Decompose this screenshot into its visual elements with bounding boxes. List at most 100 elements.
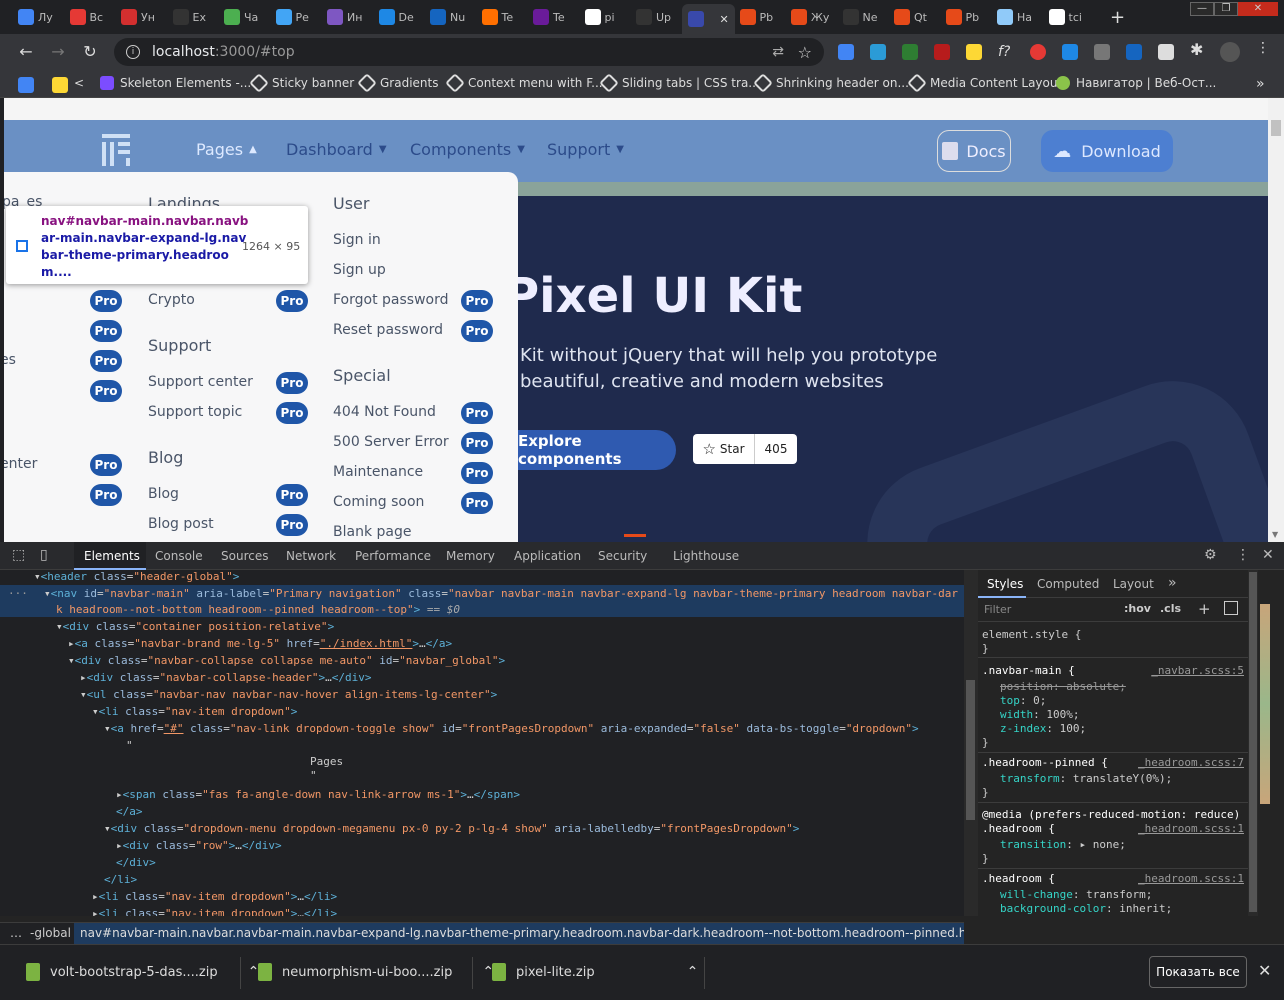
add-rule-icon[interactable]: + — [1198, 600, 1211, 618]
docs-button[interactable]: Docs — [937, 130, 1011, 172]
browser-tab[interactable]: pi — [584, 6, 615, 28]
gear-icon[interactable]: ⚙ — [1204, 547, 1217, 563]
bookmark-sticky-banner[interactable]: Sticky banner — [249, 73, 354, 93]
nav-components[interactable]: Components ▼ — [410, 140, 525, 159]
dom-node[interactable]: ▾<div class="container position-relative… — [56, 620, 334, 633]
tab-layout[interactable]: Layout — [1113, 577, 1154, 591]
dom-node[interactable]: ▾<header class="header-global"> — [34, 570, 239, 583]
close-devtools-icon[interactable]: ✕ — [1262, 547, 1274, 563]
browser-tab[interactable]: На — [997, 6, 1032, 28]
style-decl[interactable]: background-color: inherit; — [1000, 902, 1172, 915]
style-decl[interactable]: will-change: transform; — [1000, 888, 1152, 901]
kebab-menu-icon[interactable]: ⋮ — [1236, 547, 1250, 563]
bookmark-skeleton[interactable]: Skeleton Elements -... — [100, 76, 251, 90]
toggle-sidebar-icon[interactable] — [1224, 601, 1238, 615]
megamenu-item[interactable]: es — [4, 352, 16, 368]
text-node-pages[interactable]: Pages — [310, 755, 343, 768]
breadcrumb-item[interactable]: -global — [30, 926, 71, 940]
dom-node-close[interactable]: </a> — [116, 805, 143, 818]
ellipsis-icon[interactable]: ··· — [8, 587, 28, 600]
ext-icon-7[interactable] — [1030, 44, 1046, 60]
browser-tab[interactable]: Лу — [18, 6, 53, 28]
show-all-downloads-button[interactable]: Показать все — [1149, 956, 1247, 988]
bookmark-media-content[interactable]: Media Content Layout — [907, 73, 1062, 93]
style-decl[interactable]: transition: ▸ none; — [1000, 838, 1126, 851]
address-bar[interactable]: i localhost:3000/#top ⇄ ☆ — [114, 38, 824, 66]
device-toolbar-icon[interactable]: ▯ — [40, 547, 48, 563]
browser-tab[interactable]: Ex — [172, 6, 206, 28]
dom-node-close[interactable]: </li> — [104, 873, 137, 886]
style-decl[interactable]: width: 100%; — [1000, 708, 1079, 721]
reload-icon[interactable]: ↻ — [80, 42, 100, 62]
function-ext-icon[interactable]: f? — [998, 44, 1014, 60]
browser-tab[interactable]: Ун — [121, 6, 155, 28]
styles-filter-input[interactable]: Filter — [984, 603, 1011, 616]
close-tab-icon[interactable]: ✕ — [720, 13, 729, 26]
megamenu-item-coming-soon[interactable]: Coming soon — [333, 494, 424, 510]
folder-icon[interactable] — [52, 77, 68, 93]
style-decl[interactable]: top: 0; — [1000, 694, 1046, 707]
cls-toggle[interactable]: .cls — [1160, 602, 1181, 615]
dom-node[interactable]: ▾<ul class="navbar-nav navbar-nav-hover … — [80, 688, 497, 701]
megamenu-item[interactable]: enter — [4, 456, 37, 472]
browser-tab[interactable]: Te — [533, 6, 565, 28]
dom-node[interactable]: ▸<span class="fas fa-angle-down nav-link… — [116, 788, 520, 801]
ext-icon-10[interactable] — [1126, 44, 1142, 60]
browser-tab[interactable]: Qt — [894, 6, 927, 28]
source-link[interactable]: _headroom.scss:1 — [1138, 822, 1244, 835]
browser-tab[interactable]: Te — [481, 6, 513, 28]
translate-bookmark-icon[interactable] — [18, 77, 34, 93]
minimize-button[interactable]: — — [1190, 2, 1214, 16]
page-scrollbar[interactable]: ▼ — [1268, 98, 1284, 542]
text-node[interactable]: " — [310, 769, 317, 782]
download-item[interactable]: volt-bootstrap-5-das....zip ⌃ — [26, 963, 259, 981]
breadcrumb-item-selected[interactable]: nav#navbar-main.navbar.navbar-main.navba… — [74, 923, 964, 944]
translate-icon[interactable]: ⇄ — [772, 44, 784, 60]
inspect-element-icon[interactable]: ⬚ — [12, 547, 25, 563]
styles-scrollbar[interactable] — [1248, 570, 1258, 916]
ext-icon-11[interactable] — [1158, 44, 1174, 60]
tab-computed[interactable]: Computed — [1037, 577, 1099, 591]
browser-tab[interactable]: ✕ — [681, 4, 735, 34]
ext-icon-3[interactable] — [902, 44, 918, 60]
browser-tab[interactable]: Рb — [945, 6, 979, 28]
style-decl[interactable]: position: absolute; — [1000, 680, 1126, 693]
scrollbar-thumb[interactable] — [1271, 120, 1281, 136]
dom-node[interactable]: ▸<li class="nav-item dropdown">…</li> — [92, 907, 337, 916]
ext-icon-5[interactable] — [966, 44, 982, 60]
nav-dashboard[interactable]: Dashboard ▼ — [286, 140, 387, 159]
dom-node-selected[interactable]: ▾<nav id="navbar-main" aria-label="Prima… — [44, 587, 958, 600]
scroll-down-icon[interactable]: ▼ — [1272, 530, 1278, 539]
browser-tab[interactable]: Жу — [791, 6, 829, 28]
megamenu-item-sign-in[interactable]: Sign in — [333, 232, 381, 248]
pixel-logo-icon[interactable] — [100, 132, 132, 168]
ext-icon-9[interactable] — [1094, 44, 1110, 60]
source-link[interactable]: _navbar.scss:5 — [1151, 664, 1244, 677]
megamenu-item-sign-up[interactable]: Sign up — [333, 262, 386, 278]
nav-pages[interactable]: Pages ▲ — [196, 140, 257, 159]
megamenu-item-blog-post[interactable]: Blog post — [148, 516, 214, 532]
megamenu-item-support-topic[interactable]: Support topic — [148, 404, 242, 420]
bookmark-shrinking-header[interactable]: Shrinking header on... — [753, 73, 909, 93]
dom-node[interactable]: ▸<div class="row">…</div> — [116, 839, 282, 852]
megamenu-item-blank-page[interactable]: Blank page — [333, 524, 411, 540]
megamenu-item-reset-password[interactable]: Reset password — [333, 322, 443, 338]
browser-tab[interactable]: Вс — [69, 6, 103, 28]
tab-sources[interactable]: Sources — [221, 549, 268, 563]
dom-node[interactable]: ▸<li class="nav-item dropdown">…</li> — [92, 890, 337, 903]
browser-tab[interactable]: Ча — [224, 6, 258, 28]
browser-tab[interactable]: Ре — [275, 6, 309, 28]
browser-tab[interactable]: Рb — [739, 6, 773, 28]
dom-node-selected-cont[interactable]: k headroom--not-bottom headroom--pinned … — [56, 603, 460, 616]
breadcrumb-ellipsis[interactable]: … — [10, 926, 22, 940]
browser-tab[interactable]: tci — [1048, 6, 1082, 28]
tab-network[interactable]: Network — [286, 549, 336, 563]
dom-node[interactable]: ▾<div class="dropdown-menu dropdown-mega… — [104, 822, 799, 835]
browser-tab[interactable]: Nu — [430, 6, 465, 28]
more-tabs-icon[interactable]: » — [1168, 575, 1177, 591]
media-query[interactable]: @media (prefers-reduced-motion: reduce) — [982, 808, 1240, 821]
forward-icon[interactable]: → — [48, 42, 68, 62]
hov-toggle[interactable]: :hov — [1124, 602, 1151, 615]
new-tab-button[interactable]: + — [1110, 6, 1125, 28]
style-rule-selector[interactable]: .headroom { — [982, 822, 1055, 835]
